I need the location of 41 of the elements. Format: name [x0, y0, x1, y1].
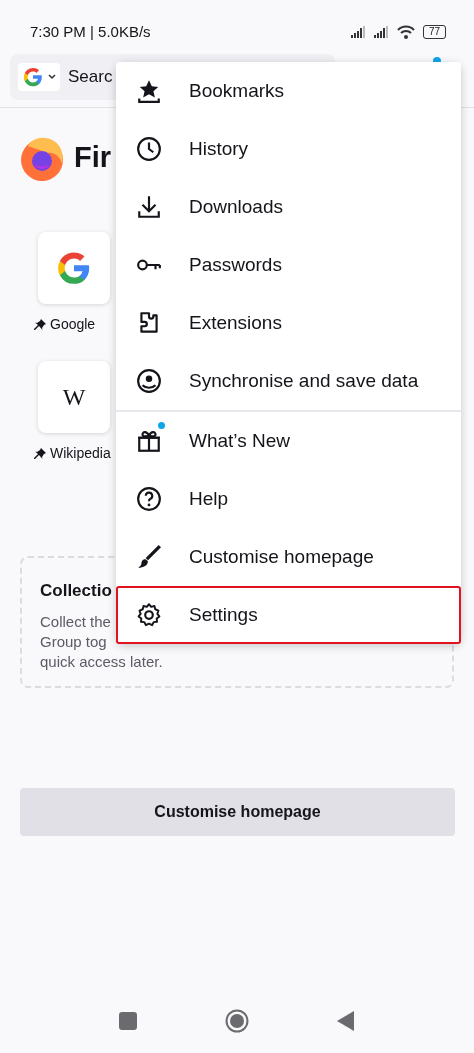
- shortcut-label: Google: [50, 315, 96, 334]
- menu-item[interactable]: Settings: [116, 586, 461, 644]
- menu-item[interactable]: Downloads: [116, 178, 461, 236]
- wifi-icon: [396, 25, 415, 39]
- brand-name: Fir: [74, 140, 112, 176]
- caret-icon: [48, 74, 56, 80]
- bookmark-star-icon: [136, 78, 162, 104]
- menu-item[interactable]: Customise homepage: [116, 528, 461, 586]
- signal-icon: [373, 26, 389, 38]
- collections-description: Collect the: [40, 611, 111, 632]
- menu-item[interactable]: What’s New: [116, 412, 461, 470]
- collections-description: quick access later.: [40, 651, 163, 672]
- menu-item[interactable]: Help: [116, 470, 461, 528]
- collections-description: Group tog: [40, 631, 107, 652]
- download-icon: [136, 194, 162, 220]
- back-icon[interactable]: [337, 1011, 355, 1031]
- menu-item[interactable]: Bookmarks: [116, 62, 461, 120]
- shortcut-tile[interactable]: [38, 232, 110, 304]
- battery-icon: 77: [422, 25, 446, 39]
- search-placeholder: Searc: [68, 66, 113, 89]
- gift-icon: [136, 428, 162, 454]
- home-icon[interactable]: [225, 1009, 249, 1033]
- site-logo: W: [62, 383, 86, 412]
- account-icon: [136, 368, 162, 394]
- search-engine-button[interactable]: [18, 63, 60, 91]
- menu-item[interactable]: History: [116, 120, 461, 178]
- signal-icon: [350, 26, 366, 38]
- help-icon: [136, 486, 162, 512]
- google-icon: [22, 66, 44, 88]
- customise-homepage-button[interactable]: Customise homepage: [20, 788, 455, 836]
- brush-icon: [136, 544, 162, 570]
- collections-title: Collectio: [40, 580, 112, 602]
- recents-icon[interactable]: [119, 1012, 137, 1030]
- status-time: 7:30 PM | 5.0KB/s: [30, 21, 151, 42]
- shortcut-tile[interactable]: W: [38, 361, 110, 433]
- shortcut-label: Wikipedia: [50, 444, 111, 463]
- menu-item[interactable]: Synchronise and save data: [116, 352, 461, 410]
- menu-item[interactable]: Passwords: [116, 236, 461, 294]
- clock-icon: [136, 136, 162, 162]
- settings-icon: [136, 602, 162, 628]
- menu-item[interactable]: Extensions: [116, 294, 461, 352]
